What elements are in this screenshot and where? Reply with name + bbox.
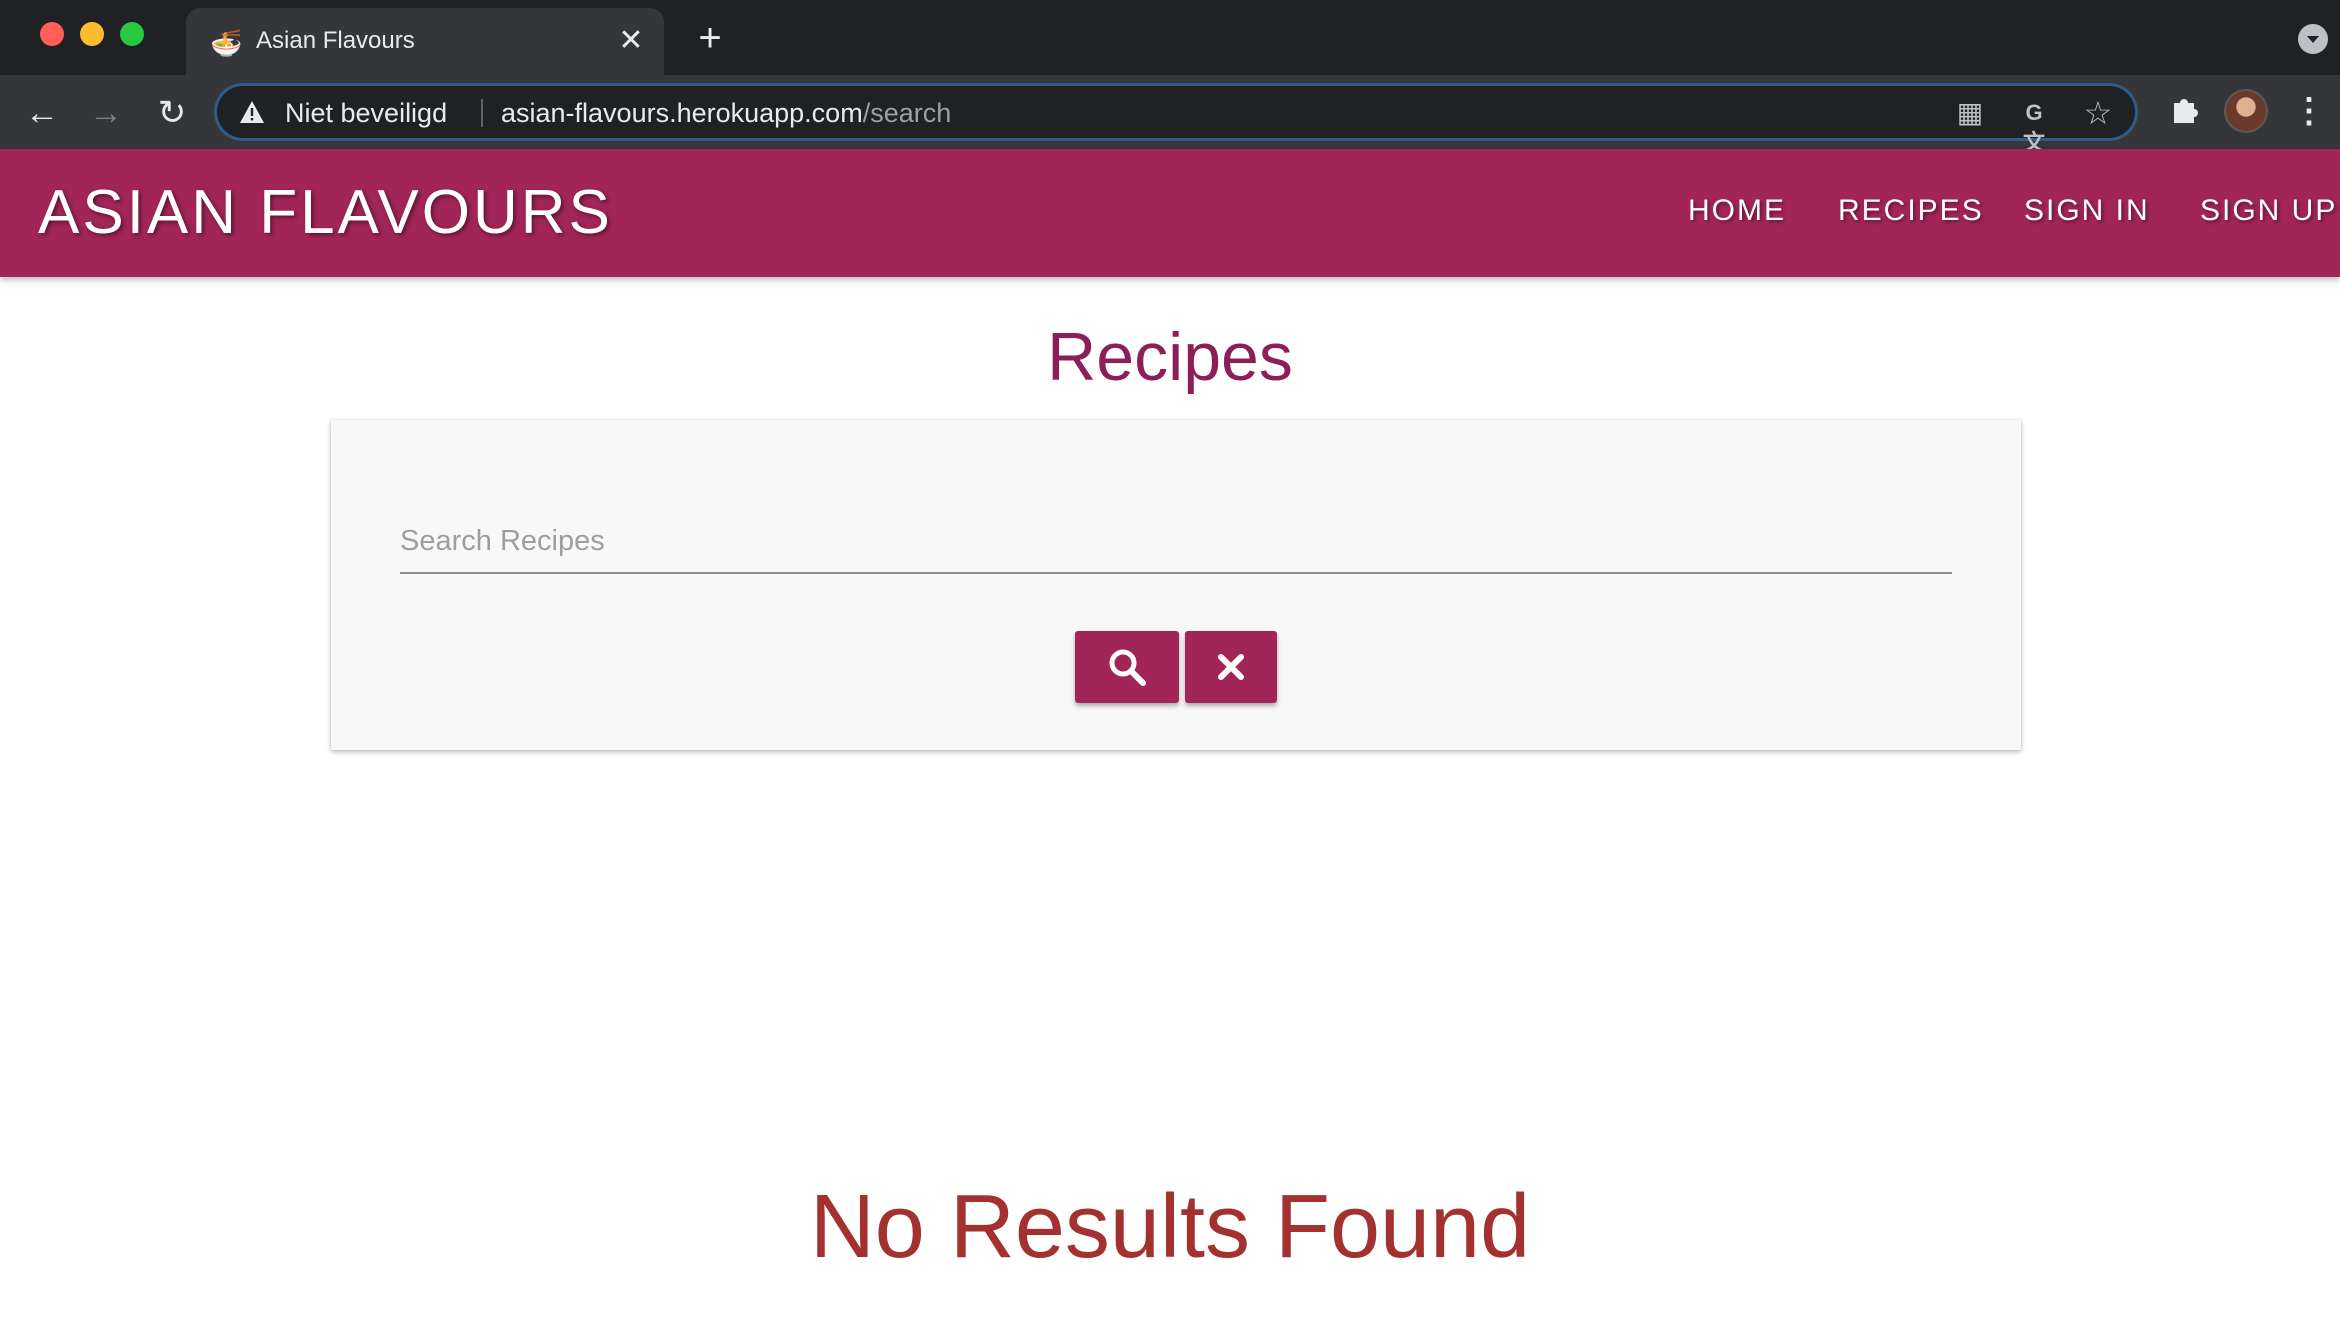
nav-link-sign-in[interactable]: SIGN IN — [2024, 194, 2150, 228]
security-status-label[interactable]: Niet beveiligd — [285, 98, 447, 129]
browser-toolbar: ← → ↻ Niet beveiligd asian-flavours.hero… — [0, 75, 2340, 155]
address-separator — [481, 99, 483, 127]
nav-link-home[interactable]: HOME — [1688, 194, 1786, 228]
site-logo[interactable]: ASIAN FLAVOURS — [38, 177, 613, 248]
search-icon — [1109, 649, 1146, 686]
search-button[interactable] — [1075, 631, 1179, 703]
window-close-button[interactable] — [40, 22, 64, 46]
url-path: /search — [862, 98, 952, 128]
browser-tab[interactable]: 🍜 Asian Flavours ✕ — [186, 8, 664, 75]
address-bar[interactable]: Niet beveiligd asian-flavours.herokuapp.… — [214, 83, 2138, 155]
tab-search-chevron-icon[interactable] — [2298, 24, 2328, 54]
url-host: asian-flavours.herokuapp.com — [501, 98, 863, 128]
search-card — [331, 420, 2021, 750]
search-input[interactable] — [400, 510, 1952, 574]
noodle-bowl-favicon-icon: 🍜 — [210, 28, 243, 58]
back-arrow-icon[interactable]: ← — [22, 93, 62, 133]
url-text[interactable]: asian-flavours.herokuapp.com/search — [501, 98, 951, 129]
warning-triangle-icon[interactable] — [239, 100, 265, 124]
no-results-message: No Results Found — [809, 1177, 1531, 1277]
browser-menu-icon[interactable]: ⋮ — [2292, 91, 2326, 131]
profile-avatar[interactable] — [2224, 89, 2268, 133]
close-icon — [1218, 654, 1244, 680]
forward-arrow-icon[interactable]: → — [86, 93, 126, 133]
clear-search-button[interactable] — [1185, 631, 1277, 703]
close-tab-icon[interactable]: ✕ — [612, 22, 650, 60]
nav-link-recipes[interactable]: RECIPES — [1838, 194, 1984, 228]
translate-icon[interactable]: G文 — [2019, 98, 2049, 155]
extensions-puzzle-icon[interactable] — [2166, 93, 2202, 129]
reload-icon[interactable]: ↻ — [152, 93, 192, 133]
nav-link-sign-up[interactable]: SIGN UP — [2200, 194, 2337, 228]
window-minimize-button[interactable] — [80, 22, 104, 46]
qr-code-icon[interactable]: ▦ — [1955, 98, 1985, 128]
page-title: Recipes — [1047, 319, 1293, 395]
site-navbar: ASIAN FLAVOURS HOME RECIPES SIGN IN SIGN… — [0, 149, 2340, 277]
bookmark-star-icon[interactable]: ☆ — [2083, 97, 2113, 129]
new-tab-button[interactable]: + — [690, 18, 730, 58]
window-maximize-button[interactable] — [120, 22, 144, 46]
browser-tab-strip: 🍜 Asian Flavours ✕ + — [0, 0, 2340, 75]
puzzle-piece-icon — [2174, 99, 2198, 123]
tab-title: Asian Flavours — [256, 27, 415, 54]
